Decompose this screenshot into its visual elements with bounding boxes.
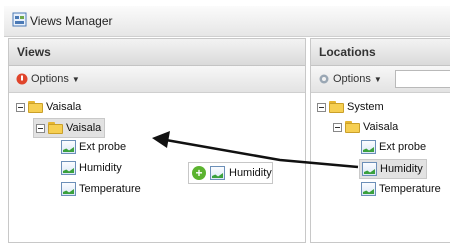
tree-node-label: Humidity — [79, 162, 122, 174]
folder-icon — [345, 121, 360, 133]
views-tree-node-selected[interactable]: Vaisala — [33, 118, 106, 138]
views-tree-node-temperature[interactable]: Temperature — [61, 180, 141, 198]
tree-node-label: Temperature — [379, 183, 441, 195]
locations-tree-node-ext-probe[interactable]: Ext probe — [361, 138, 426, 156]
views-tree-node-root[interactable]: Vaisala — [16, 98, 81, 116]
chevron-down-icon: ▼ — [373, 74, 382, 84]
sensor-icon — [361, 182, 376, 196]
sensor-icon — [61, 140, 76, 154]
tree-node-label: Temperature — [79, 183, 141, 195]
sensor-icon — [61, 182, 76, 196]
views-manager-icon — [12, 12, 27, 27]
locations-tree-node-humidity[interactable]: Humidity — [359, 159, 427, 179]
sensor-icon — [362, 162, 377, 176]
views-panel: Views Options ▼ Vaisala Vaisala Ext prob… — [8, 38, 306, 243]
views-header-label: Views — [17, 45, 51, 59]
drag-item-label: Humidity — [229, 167, 272, 179]
folder-icon — [329, 101, 344, 113]
options-icon — [16, 73, 28, 85]
tree-node-label: System — [347, 101, 384, 113]
tree-node-label: Vaisala — [363, 121, 399, 133]
window-title: Views Manager — [30, 14, 113, 28]
views-manager-window: Views Manager Views Options ▼ Vaisala Va… — [0, 0, 450, 243]
locations-options-button[interactable]: Options ▼ — [318, 73, 382, 85]
drag-item-humidity[interactable]: + Humidity — [188, 162, 273, 184]
locations-tree-node-temperature[interactable]: Temperature — [361, 180, 441, 198]
tree-node-label: Ext probe — [79, 141, 127, 153]
collapse-icon[interactable] — [16, 102, 25, 112]
views-toolbar: Options ▼ — [9, 66, 305, 93]
gear-icon — [319, 74, 329, 84]
locations-header-label: Locations — [319, 45, 376, 59]
views-tree-node-humidity[interactable]: Humidity — [61, 159, 122, 177]
views-options-button[interactable]: Options ▼ — [16, 73, 80, 85]
views-options-label: Options — [31, 73, 69, 85]
chevron-down-icon: ▼ — [71, 74, 80, 84]
locations-panel: Locations Options ▼ System Vaisala Ext p… — [310, 38, 450, 243]
tree-node-label: Ext probe — [379, 141, 427, 153]
locations-tree-node-vaisala[interactable]: Vaisala — [333, 118, 398, 136]
locations-search-input[interactable] — [395, 70, 450, 88]
locations-toolbar: Options ▼ — [311, 66, 450, 93]
tree-node-label: Vaisala — [46, 101, 82, 113]
tree-node-label: Vaisala — [66, 122, 102, 134]
views-header: Views — [9, 39, 305, 66]
collapse-icon[interactable] — [333, 122, 342, 132]
locations-header: Locations — [311, 39, 450, 66]
locations-options-label: Options — [333, 73, 371, 85]
locations-tree-node-system[interactable]: System — [317, 98, 384, 116]
collapse-icon[interactable] — [36, 123, 45, 133]
title-bar: Views Manager — [4, 6, 450, 37]
sensor-icon — [210, 166, 225, 180]
tree-node-label: Humidity — [380, 163, 423, 175]
collapse-icon[interactable] — [317, 102, 326, 112]
folder-icon — [48, 122, 63, 134]
add-icon: + — [192, 166, 206, 180]
folder-icon — [28, 101, 43, 113]
sensor-icon — [361, 140, 376, 154]
sensor-icon — [61, 161, 76, 175]
views-tree-node-ext-probe[interactable]: Ext probe — [61, 138, 126, 156]
